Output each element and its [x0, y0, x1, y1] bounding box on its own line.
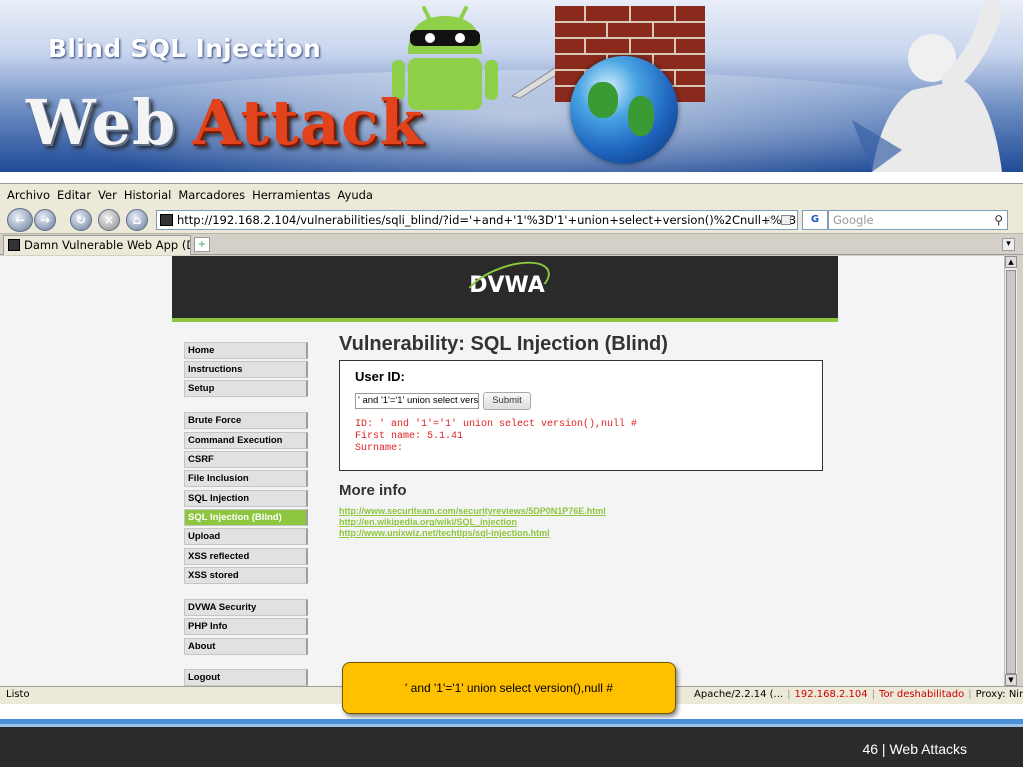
- browser-tabbar: Damn Vulnerable Web App (D... + ▾: [0, 234, 1023, 255]
- logo-word-web: Web: [26, 86, 177, 159]
- nav-about[interactable]: About: [184, 638, 308, 655]
- back-icon[interactable]: ←: [7, 208, 33, 232]
- scroll-up-icon[interactable]: ▲: [1005, 256, 1017, 268]
- userid-label: User ID:: [355, 369, 405, 384]
- injection-callout: ' and '1'='1' union select version(),nul…: [342, 662, 676, 714]
- search-engine-selector[interactable]: G: [802, 210, 828, 230]
- tab-title: Damn Vulnerable Web App (D...: [24, 238, 191, 252]
- url-bar[interactable]: http://192.168.2.104/vulnerabilities/sql…: [156, 210, 798, 230]
- reload-icon[interactable]: ↻: [70, 209, 92, 231]
- scroll-thumb[interactable]: [1006, 270, 1016, 674]
- stop-icon[interactable]: ×: [98, 209, 120, 231]
- dvwa-logo: DVWA: [457, 256, 557, 321]
- nav-xss-reflected[interactable]: XSS reflected: [184, 548, 308, 565]
- browser-navbar: ← → ↻ × ⌂ http://192.168.2.104/vulnerabi…: [0, 206, 1023, 234]
- nav-instructions[interactable]: Instructions: [184, 361, 308, 378]
- nav-php-info[interactable]: PHP Info: [184, 618, 308, 635]
- feed-icon[interactable]: [781, 215, 791, 225]
- menu-herramientas[interactable]: Herramientas: [252, 188, 330, 202]
- forward-icon[interactable]: →: [34, 209, 56, 231]
- status-tor[interactable]: Tor deshabilitado: [879, 687, 964, 703]
- vulnerability-form-box: User ID: ' and '1'='1' union select vers…: [339, 360, 823, 471]
- nav-home[interactable]: Home: [184, 342, 308, 359]
- bookmark-star-icon[interactable]: ☆: [764, 211, 775, 229]
- search-input[interactable]: Google ⚲: [828, 210, 1008, 230]
- dvwa-body: Home Instructions Setup Brute Force Comm…: [172, 322, 838, 686]
- menu-marcadores[interactable]: Marcadores: [178, 188, 245, 202]
- nav-logout[interactable]: Logout: [184, 669, 308, 686]
- nav-setup[interactable]: Setup: [184, 380, 308, 397]
- page-number: 46 | Web Attacks: [862, 741, 967, 757]
- status-separator: |: [787, 689, 791, 700]
- tab-list-icon[interactable]: ▾: [1002, 238, 1015, 251]
- scroll-down-icon[interactable]: ▼: [1005, 674, 1017, 686]
- globe-land: [628, 96, 654, 136]
- more-info-title: More info: [339, 482, 407, 499]
- search-placeholder: Google: [833, 213, 874, 227]
- slide-footer: 46 | Web Attacks: [0, 727, 1023, 767]
- nav-brute-force[interactable]: Brute Force: [184, 412, 308, 429]
- new-tab-icon[interactable]: +: [194, 237, 210, 252]
- info-link-securiteam[interactable]: http://www.securiteam.com/securityreview…: [339, 506, 606, 516]
- status-ip: 192.168.2.104: [794, 689, 868, 700]
- query-result: ID: ' and '1'='1' union select version()…: [355, 419, 638, 454]
- nav-sql-injection[interactable]: SQL Injection: [184, 490, 308, 507]
- menu-editar[interactable]: Editar: [57, 188, 91, 202]
- userid-input[interactable]: ' and '1'='1' union select version(),nul…: [355, 393, 479, 409]
- status-text: Listo: [6, 689, 30, 700]
- browser-menubar: Archivo Editar Ver Historial Marcadores …: [0, 184, 1023, 206]
- status-separator: |: [968, 689, 972, 700]
- tab-favicon-icon: [8, 239, 20, 251]
- page-title: Vulnerability: SQL Injection (Blind): [339, 333, 668, 355]
- menu-archivo[interactable]: Archivo: [7, 188, 50, 202]
- globe-image: [570, 56, 678, 164]
- person-figure-image: [852, 0, 1002, 172]
- status-indicators: Apache/2.2.14 (... | 192.168.2.104 | Tor…: [694, 687, 1023, 703]
- url-text: http://192.168.2.104/vulnerabilities/sql…: [177, 213, 797, 227]
- dvwa-header: DVWA: [172, 256, 838, 321]
- status-proxy[interactable]: Proxy: Ninguno: [976, 687, 1023, 703]
- web-attack-logo: Web Attack: [26, 86, 424, 159]
- menu-ver[interactable]: Ver: [98, 188, 117, 202]
- nav-sql-injection-blind[interactable]: SQL Injection (Blind): [184, 509, 308, 526]
- search-icon[interactable]: ⚲: [994, 211, 1003, 229]
- banner: Blind SQL Injection Web Attack: [0, 0, 1023, 172]
- globe-land: [588, 82, 618, 118]
- site-favicon-icon: [160, 214, 173, 226]
- slide-title: Blind SQL Injection: [48, 34, 322, 63]
- slide: Blind SQL Injection Web Attack Archivo Ed…: [0, 0, 1023, 767]
- info-link-wikipedia[interactable]: http://en.wikipedia.org/wiki/SQL_injecti…: [339, 517, 517, 527]
- nav-file-inclusion[interactable]: File Inclusion: [184, 470, 308, 487]
- vertical-scrollbar[interactable]: ▲ ▼: [1004, 256, 1017, 686]
- nav-csrf[interactable]: CSRF: [184, 451, 308, 468]
- nav-dvwa-security[interactable]: DVWA Security: [184, 599, 308, 616]
- submit-button[interactable]: Submit: [483, 392, 531, 410]
- logo-word-attack: Attack: [192, 86, 424, 159]
- browser-tab[interactable]: Damn Vulnerable Web App (D...: [3, 235, 191, 255]
- status-separator: |: [871, 689, 876, 700]
- page-viewport: DVWA Home Instructions Setup Brute Force…: [0, 256, 1004, 686]
- status-server: Apache/2.2.14 (...: [694, 689, 784, 700]
- nav-upload[interactable]: Upload: [184, 528, 308, 545]
- menu-ayuda[interactable]: Ayuda: [337, 188, 373, 202]
- menu-historial[interactable]: Historial: [124, 188, 172, 202]
- dvwa-logo-swoosh: [457, 256, 557, 321]
- home-icon[interactable]: ⌂: [126, 209, 148, 231]
- nav-xss-stored[interactable]: XSS stored: [184, 567, 308, 584]
- nav-command-execution[interactable]: Command Execution: [184, 432, 308, 449]
- info-link-unixwiz[interactable]: http://www.unixwiz.net/techtips/sql-inje…: [339, 528, 550, 538]
- browser-window: Archivo Editar Ver Historial Marcadores …: [0, 183, 1023, 704]
